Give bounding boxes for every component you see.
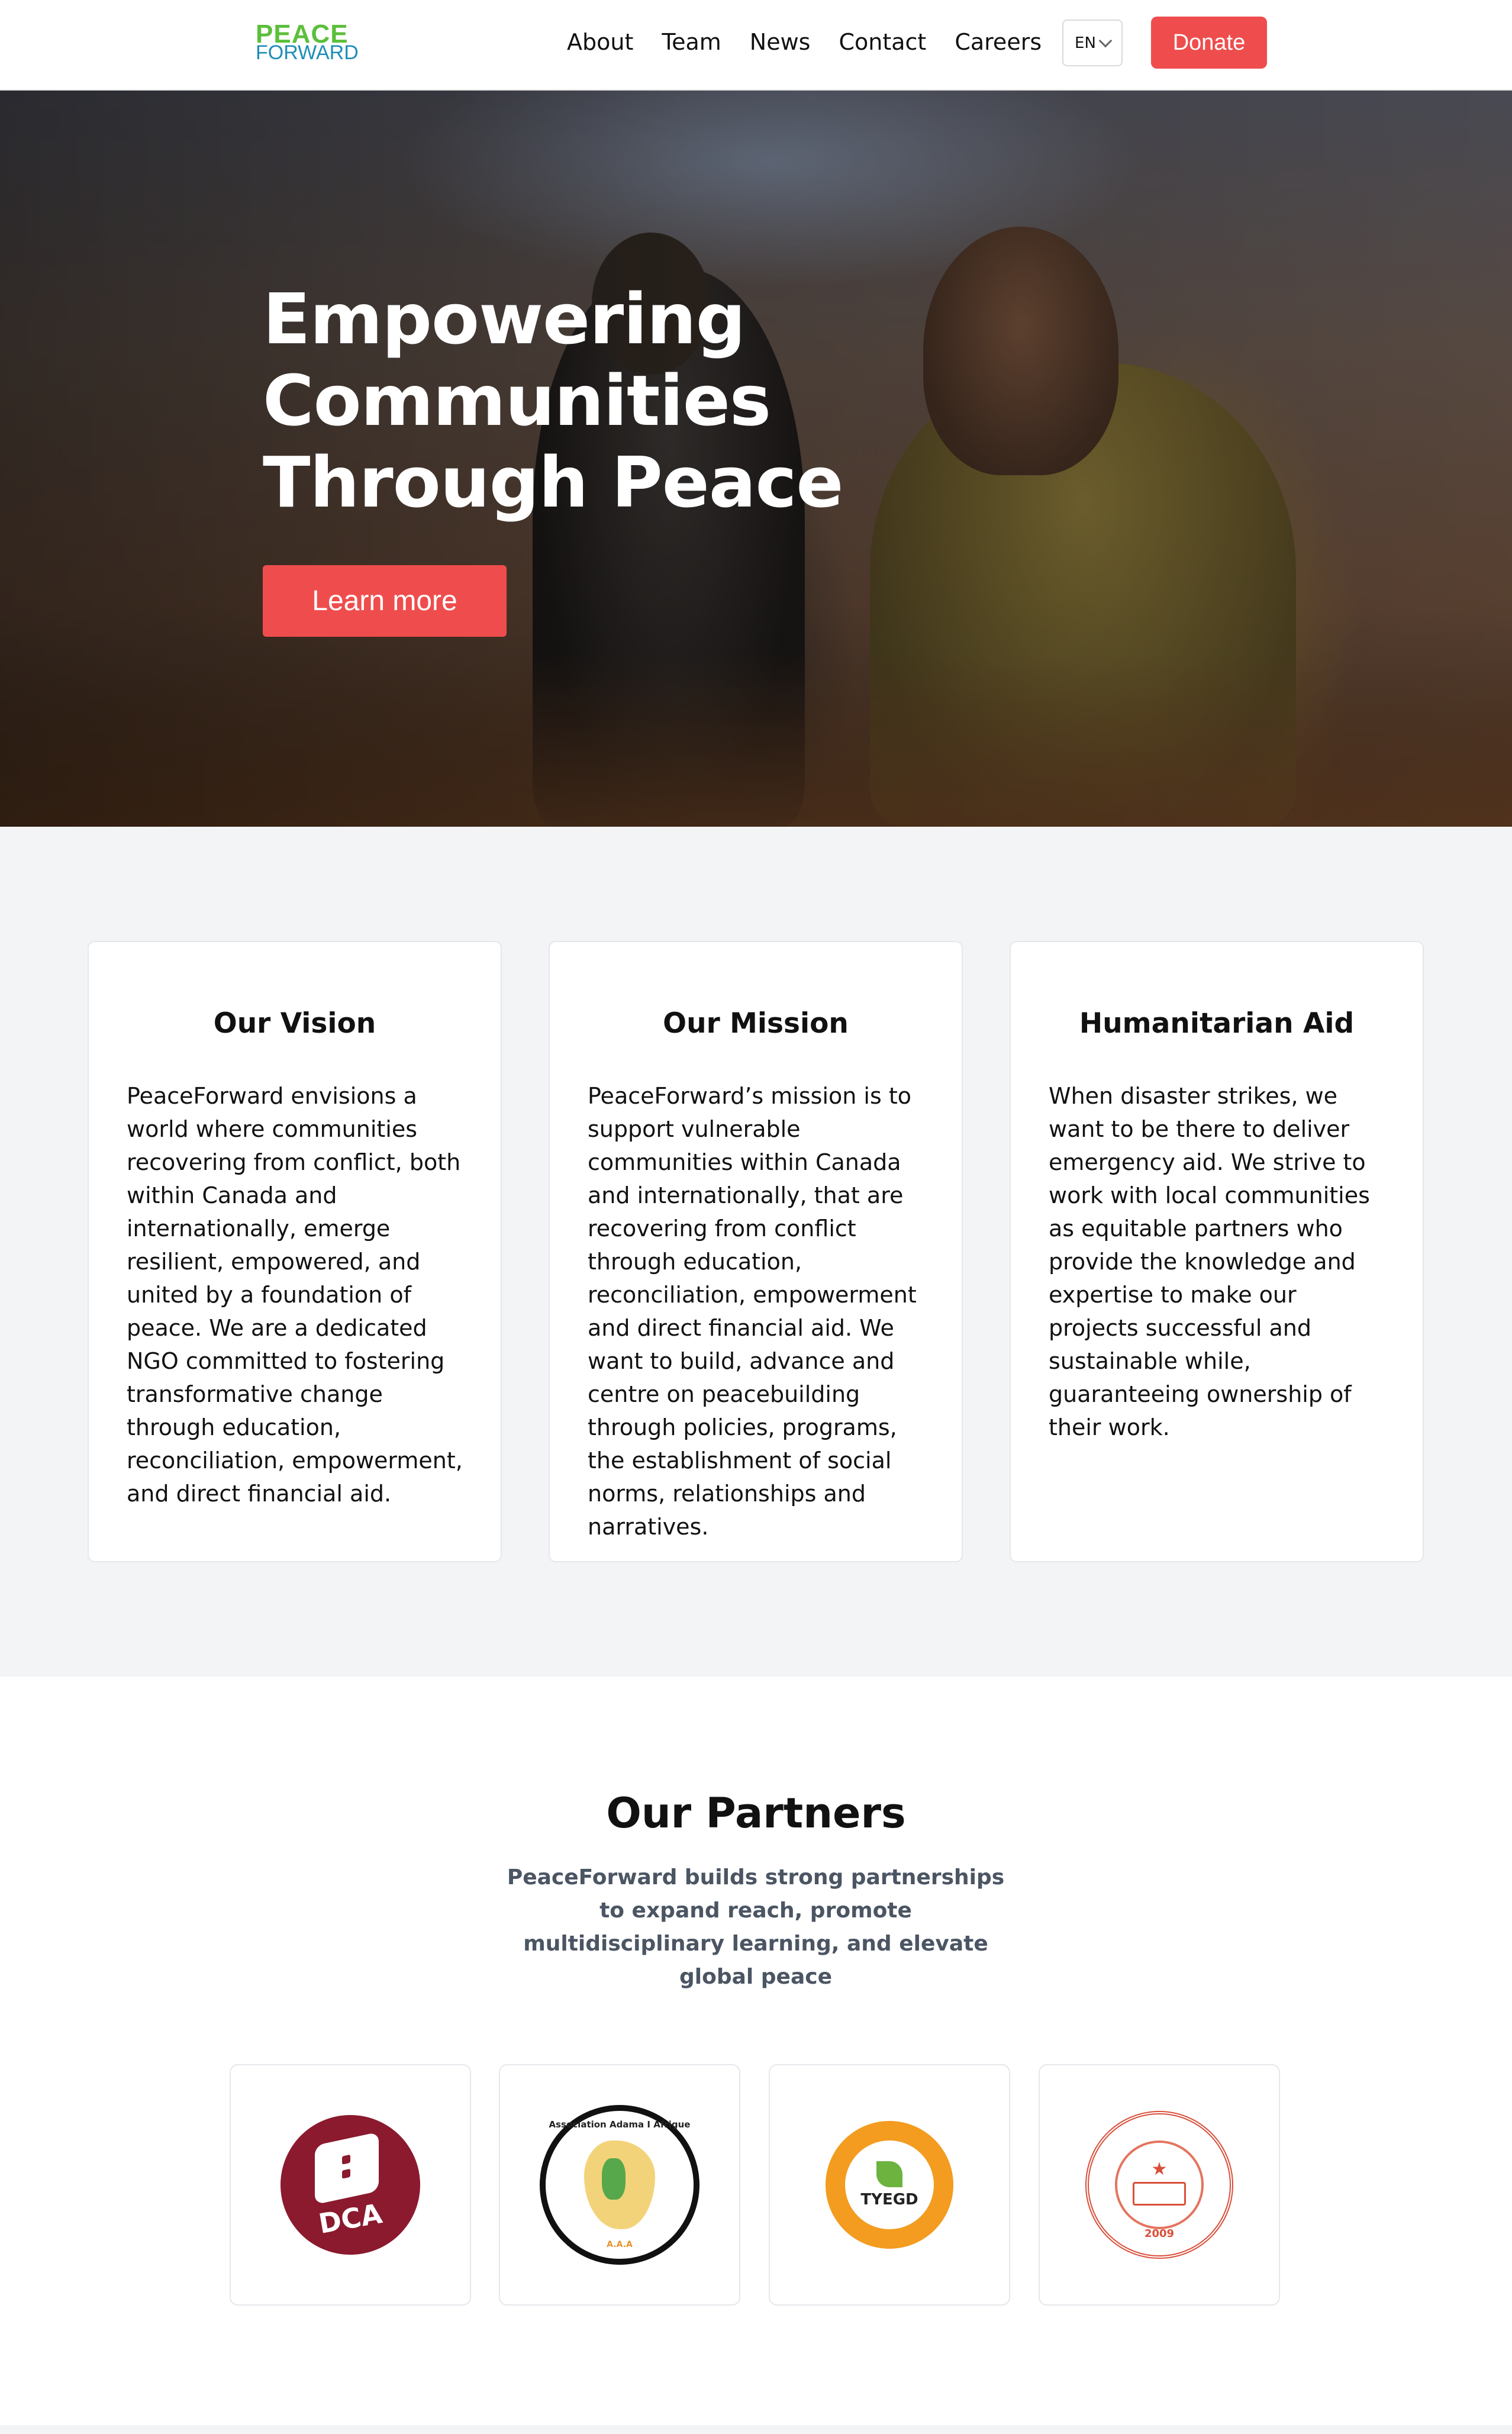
humanitarian-aid-title: Humanitarian Aid [1079, 1007, 1355, 1040]
nav-link-contact[interactable]: Contact [839, 27, 926, 57]
mission-title: Our Mission [663, 1007, 849, 1040]
dca-logo-text: DCA [316, 2197, 385, 2240]
dca-mark-icon [315, 2132, 379, 2205]
africa-map-icon [584, 2140, 655, 2229]
vision-card: Our Vision PeaceForward envisions a worl… [88, 941, 502, 1562]
partners-section: Our Partners PeaceForward builds strong … [0, 1677, 1512, 2425]
vision-title: Our Vision [213, 1007, 376, 1040]
donate-button[interactable]: Donate [1151, 17, 1267, 69]
mission-card: Our Mission PeaceForward’s mission is to… [549, 941, 963, 1562]
values-section: Our Vision PeaceForward envisions a worl… [0, 827, 1512, 1677]
tyegd-logo-text: TYEGD [860, 2191, 918, 2209]
nav-link-news[interactable]: News [750, 27, 811, 57]
aaa-logo: Association Adama I Afrigue A.A.A [540, 2105, 699, 2265]
partner-card-absst[interactable]: ★ 2009 [1039, 2064, 1280, 2306]
tyegd-logo: TYEGD [826, 2121, 953, 2249]
absst-logo: ★ 2009 [1085, 2111, 1233, 2259]
footer-strip [0, 2425, 1512, 2434]
top-navbar: PEACE FORWARD About Team News Contact Ca… [0, 0, 1512, 91]
hero-title: Empowering Communities Through Peace [263, 278, 843, 523]
mission-text: PeaceForward’s mission is to support vul… [588, 1083, 917, 1540]
nav-links: About Team News Contact Careers [567, 27, 1042, 57]
peaceforward-logo[interactable]: PEACE FORWARD [256, 21, 359, 63]
absst-year: 2009 [1144, 2227, 1175, 2240]
dca-logo: DCA [281, 2115, 420, 2255]
absst-seal: ★ [1115, 2140, 1204, 2229]
partners-title: Our Partners [606, 1789, 906, 1837]
partner-card-dca[interactable]: DCA [230, 2064, 471, 2306]
vision-text: PeaceForward envisions a world where com… [127, 1083, 463, 1507]
nav-link-about[interactable]: About [567, 27, 633, 57]
logo-text-bottom: FORWARD [256, 41, 359, 64]
partner-card-tyegd[interactable]: TYEGD [769, 2064, 1010, 2306]
chevron-down-icon [1098, 34, 1113, 47]
humanitarian-aid-card: Humanitarian Aid When disaster strikes, … [1010, 941, 1424, 1562]
nav-link-careers[interactable]: Careers [955, 27, 1042, 57]
partner-card-aaa[interactable]: Association Adama I Afrigue A.A.A [499, 2064, 740, 2306]
book-icon [1133, 2182, 1186, 2206]
aaa-ring-text: Association Adama I Afrigue [549, 2119, 691, 2130]
tyegd-inner: TYEGD [845, 2140, 934, 2229]
language-select[interactable]: EN [1062, 20, 1123, 66]
nav-link-team[interactable]: Team [662, 27, 721, 57]
star-icon: ★ [1151, 2159, 1168, 2180]
learn-more-button[interactable]: Learn more [263, 565, 507, 637]
humanitarian-aid-text: When disaster strikes, we want to be the… [1049, 1083, 1370, 1440]
aaa-bottom-text: A.A.A [607, 2240, 633, 2249]
leaf-icon [876, 2161, 902, 2187]
partners-subtitle: PeaceForward builds strong partnerships … [507, 1865, 1005, 1989]
language-value: EN [1075, 34, 1096, 52]
